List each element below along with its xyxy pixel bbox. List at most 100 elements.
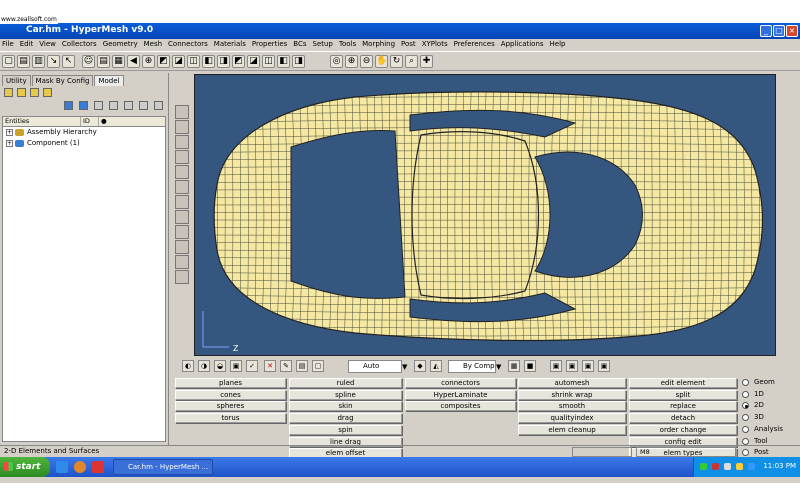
tab-mask-by-config[interactable]: Mask By Config [31,75,94,86]
abc-alt-icon[interactable] [175,270,189,284]
chevron-down-icon[interactable]: ▼ [496,362,505,373]
new-file-icon[interactable]: ▢ [2,55,15,68]
menu-properties[interactable]: Properties [252,39,287,50]
show-icon[interactable] [94,101,103,110]
bluetooth-icon[interactable] [748,463,755,470]
wire-icon[interactable]: ▣ [230,360,242,372]
bycomp-dropdown[interactable]: By Comp ▼ [448,360,501,373]
unmask-icon[interactable]: ◑ [198,360,210,372]
menu-post[interactable]: Post [401,39,416,50]
panel-button-composites[interactable]: composites [405,401,516,412]
sphere-icon[interactable] [175,210,189,224]
mesh-view-icon[interactable] [175,180,189,194]
view-cube-1-icon[interactable]: ▣ [550,360,562,372]
graphics-viewport[interactable]: Z [194,74,776,356]
menu-preferences[interactable]: Preferences [454,39,495,50]
panel-button-elem-cleanup[interactable]: elem cleanup [518,424,626,435]
folder-icon[interactable] [4,88,13,97]
wireframe-icon[interactable] [175,135,189,149]
panel-button-replace[interactable]: replace [629,401,737,412]
rotate-c-icon[interactable]: ◫ [262,55,275,68]
menu-bcs[interactable]: BCs [293,39,306,50]
menu-materials[interactable]: Materials [214,39,246,50]
panel-button-ruled[interactable]: ruled [289,378,402,388]
radio-circle[interactable] [742,414,749,422]
filter-icon[interactable] [30,88,39,97]
view-cube-4-icon[interactable]: ▣ [598,360,610,372]
maximize-button[interactable]: □ [773,25,785,37]
check-icon[interactable]: ✓ [246,360,258,372]
expand-icon[interactable]: + [6,129,13,136]
rotate-a-icon[interactable]: ◩ [232,55,245,68]
menu-tools[interactable]: Tools [339,39,356,50]
back-icon[interactable]: ◩ [157,55,170,68]
folder-open-icon[interactable]: ▤ [97,55,110,68]
start-button[interactable]: start [0,457,50,477]
open-icon[interactable]: ▤ [17,55,30,68]
zoom-icon[interactable]: ◪ [172,55,185,68]
security-icon[interactable] [712,463,719,470]
find-icon[interactable]: ⌕ [405,55,418,68]
volume-icon[interactable] [724,463,731,470]
menu-file[interactable]: File [2,39,14,50]
menu-xyplots[interactable]: XYPlots [422,39,448,50]
menu-connectors[interactable]: Connectors [168,39,208,50]
menu-edit[interactable]: Edit [20,39,34,50]
undo-icon[interactable] [154,101,163,110]
chevron-down-icon[interactable]: ▼ [402,362,411,373]
firefox-icon[interactable] [74,461,86,473]
pointer-icon[interactable]: ↖ [62,55,75,68]
menu-mesh[interactable]: Mesh [144,39,162,50]
tree-item-assembly-hierarchy[interactable]: + Assembly Hierarchy [3,127,165,138]
page-radio-analysis[interactable]: Analysis [742,424,783,435]
panel-button-automesh[interactable]: automesh [518,378,626,388]
auto-dropdown[interactable]: Auto ▼ [348,360,407,373]
element-shrink-icon[interactable] [175,165,189,179]
minimize-button[interactable]: _ [760,25,772,37]
abc-label-icon[interactable] [175,255,189,269]
tree-item-component[interactable]: + Component (1) [3,138,165,149]
menu-morphing[interactable]: Morphing [362,39,395,50]
page-radio-2d[interactable]: 2D [742,400,764,411]
pan-icon[interactable]: ✋ [375,55,388,68]
close-button[interactable]: × [786,25,798,37]
expand-icon[interactable]: + [6,140,13,147]
radio-circle[interactable] [742,402,749,410]
radio-circle[interactable] [742,425,749,433]
column-entities[interactable]: Entities [3,117,81,126]
ie-icon[interactable] [56,461,68,473]
mesh-cube-icon[interactable]: ▦ [508,360,520,372]
panel-button-spline[interactable]: spline [289,389,402,400]
panel-button-edit-element[interactable]: edit element [629,378,737,388]
menu-collectors[interactable]: Collectors [62,39,97,50]
rotate-d-icon[interactable]: ◧ [277,55,290,68]
rename-icon[interactable]: ▢ [312,360,324,372]
menu-applications[interactable]: Applications [501,39,544,50]
save-icon[interactable]: ▥ [32,55,45,68]
panel-button-skin[interactable]: skin [289,401,402,412]
save-as-icon[interactable]: ▦ [112,55,125,68]
expand-icon[interactable] [64,101,73,110]
menu-setup[interactable]: Setup [313,39,333,50]
panel-button-hyperlaminate[interactable]: HyperLaminate [405,389,516,400]
undo-icon[interactable]: ◀ [127,55,140,68]
solid-cube-icon[interactable]: ■ [524,360,536,372]
isolate-icon[interactable] [124,101,133,110]
rotate-x-icon[interactable]: ◫ [187,55,200,68]
delete-icon[interactable]: ✕ [264,360,276,372]
update-icon[interactable] [736,463,743,470]
reverse-icon[interactable] [139,101,148,110]
radio-circle[interactable] [742,379,749,386]
page-radio-3d[interactable]: 3D [742,412,764,423]
shaded-icon[interactable] [175,120,189,134]
options-icon[interactable] [43,88,52,97]
view-cube-3-icon[interactable]: ▣ [582,360,594,372]
panel-button-smooth[interactable]: smooth [518,401,626,412]
edit-icon[interactable]: ✎ [280,360,292,372]
zoom-in-icon[interactable]: ⊕ [345,55,358,68]
hide-icon[interactable] [109,101,118,110]
panel-button-order-change[interactable]: order change [629,424,737,435]
cube-view-icon[interactable] [175,105,189,119]
panel-button-shrink-wrap[interactable]: shrink wrap [518,389,626,400]
tab-model[interactable]: Model [94,75,124,86]
